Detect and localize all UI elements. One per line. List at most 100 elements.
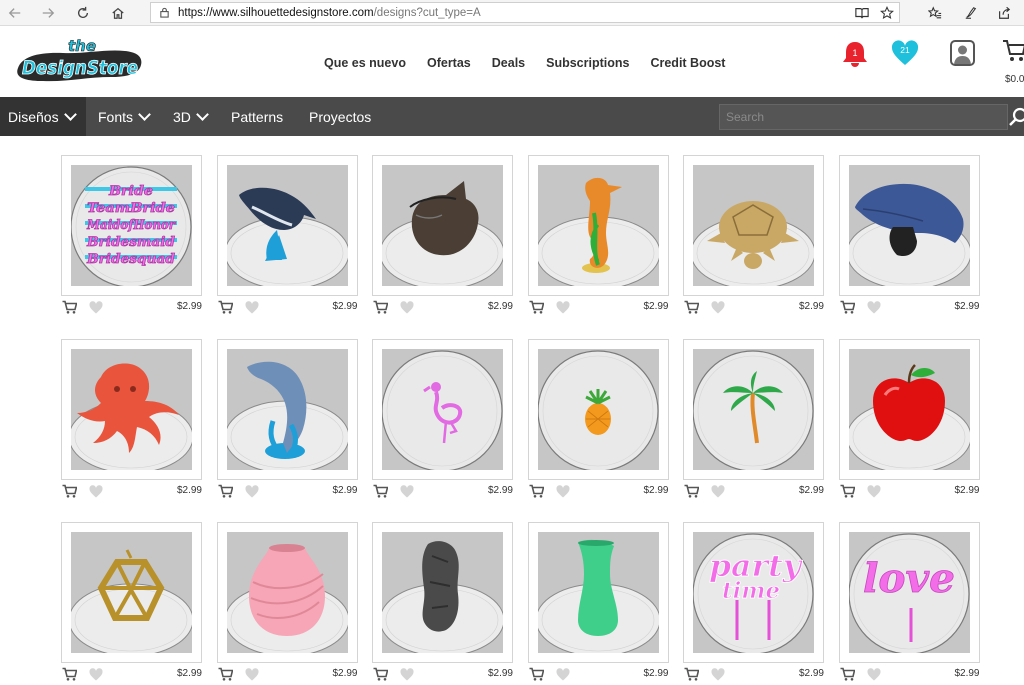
favorite-heart-icon[interactable]	[555, 484, 570, 498]
category-3d-label: 3D	[173, 108, 191, 125]
add-to-cart-icon[interactable]	[684, 300, 699, 314]
product-thumbnail[interactable]	[683, 155, 824, 296]
category-patterns[interactable]: Patterns	[223, 97, 291, 136]
product-thumbnail[interactable]	[216, 155, 358, 296]
product-price: $2.99	[176, 301, 202, 312]
share-icon[interactable]	[994, 3, 1014, 23]
product-thumbnail[interactable]	[372, 155, 513, 296]
nav-deals[interactable]: Deals	[492, 56, 525, 70]
nav-que-es-nuevo[interactable]: Que es nuevo	[324, 56, 406, 70]
favorite-heart-icon[interactable]	[555, 301, 570, 314]
favorite-heart-icon[interactable]	[711, 484, 725, 498]
product-image-bride-text-set: Bride TeamBride MaidofHonor Bridesmaid Bride…	[71, 165, 192, 286]
browser-toolbar: https://www.silhouettedesignstore.com/de…	[0, 0, 1024, 26]
product-meta: $2.99	[217, 665, 358, 685]
product-card-spiral-vase: $2.99	[216, 522, 358, 685]
add-to-cart-icon[interactable]	[373, 300, 388, 314]
home-icon[interactable]	[108, 3, 128, 23]
product-meta: $2.99	[839, 298, 980, 318]
seahorse-illustration	[537, 177, 659, 286]
favorite-heart-icon[interactable]	[866, 484, 881, 498]
product-thumbnail[interactable]	[216, 338, 358, 480]
product-meta: $2.99	[528, 298, 669, 318]
favorite-heart-icon[interactable]	[89, 301, 103, 314]
favorite-heart-icon[interactable]	[400, 484, 414, 498]
add-to-cart-icon[interactable]	[62, 484, 77, 498]
add-to-cart-icon[interactable]	[62, 300, 77, 314]
design-store-logo[interactable]: the DesignStore	[10, 34, 150, 94]
nav-credit-boost[interactable]: Credit Boost	[650, 56, 725, 70]
account-avatar-icon[interactable]	[950, 40, 975, 66]
search-input[interactable]	[719, 104, 1008, 130]
favorite-heart-icon[interactable]	[89, 484, 103, 498]
add-to-cart-icon[interactable]	[840, 484, 855, 498]
product-thumbnail[interactable]	[61, 338, 202, 480]
product-thumbnail[interactable]	[372, 522, 513, 663]
product-meta: $2.99	[61, 482, 202, 502]
favorite-heart-icon[interactable]	[711, 301, 725, 314]
favorite-heart-icon[interactable]	[400, 301, 414, 314]
product-thumbnail[interactable]	[527, 155, 669, 296]
product-thumbnail[interactable]	[683, 338, 824, 480]
add-to-cart-icon[interactable]	[840, 300, 855, 314]
apple-illustration	[848, 363, 970, 470]
favorite-heart-icon[interactable]	[244, 668, 259, 681]
bride-text-line: MaidofHonor	[86, 218, 176, 233]
add-to-cart-icon[interactable]	[529, 484, 544, 498]
love-text: love	[863, 555, 955, 602]
product-thumbnail[interactable]: Bride TeamBride MaidofHonor Bridesmaid Bride…	[61, 155, 202, 296]
product-price: $2.99	[954, 668, 980, 679]
favorite-heart-icon[interactable]	[866, 301, 881, 314]
category-fonts[interactable]: Fonts	[90, 97, 157, 136]
add-to-cart-icon[interactable]	[529, 300, 544, 314]
cart-icon[interactable]	[1002, 38, 1024, 64]
add-to-cart-icon[interactable]	[62, 667, 77, 681]
favorite-heart-icon[interactable]	[244, 484, 259, 498]
add-to-cart-icon[interactable]	[684, 484, 699, 498]
bride-text-line: Bride	[108, 184, 153, 199]
product-thumbnail[interactable]	[838, 338, 980, 480]
product-thumbnail[interactable]: love	[838, 522, 980, 663]
product-thumbnail[interactable]: party time	[683, 522, 824, 663]
favorite-star-icon[interactable]	[877, 3, 897, 23]
add-to-cart-icon[interactable]	[373, 484, 388, 498]
category-proyectos[interactable]: Proyectos	[301, 97, 379, 136]
category-disenos[interactable]: Diseños	[0, 97, 86, 136]
forward-icon[interactable]	[38, 3, 58, 23]
favorite-heart-icon[interactable]	[866, 668, 881, 681]
category-3d[interactable]: 3D	[165, 97, 215, 136]
add-to-cart-icon[interactable]	[373, 667, 388, 681]
add-to-cart-icon[interactable]	[684, 667, 699, 681]
add-to-cart-icon[interactable]	[218, 300, 233, 314]
pen-icon[interactable]	[961, 3, 981, 23]
product-thumbnail[interactable]	[527, 338, 669, 480]
add-to-cart-icon[interactable]	[218, 667, 233, 681]
favorites-heart-icon[interactable]: 21	[891, 40, 919, 66]
product-meta: $2.99	[839, 665, 980, 685]
nav-ofertas[interactable]: Ofertas	[427, 56, 471, 70]
add-to-cart-icon[interactable]	[529, 667, 544, 681]
back-icon[interactable]	[5, 3, 25, 23]
product-thumbnail[interactable]	[838, 155, 980, 296]
favorite-heart-icon[interactable]	[711, 668, 725, 681]
nav-subscriptions[interactable]: Subscriptions	[546, 56, 629, 70]
notification-bell-icon[interactable]: 1	[842, 40, 868, 68]
product-card-dolphin: $2.99	[216, 338, 358, 502]
favorites-hub-icon[interactable]	[925, 3, 945, 23]
product-thumbnail[interactable]	[216, 522, 358, 663]
refresh-icon[interactable]	[73, 3, 93, 23]
favorite-heart-icon[interactable]	[400, 668, 414, 681]
address-bar[interactable]: https://www.silhouettedesignstore.com/de…	[150, 2, 900, 23]
reading-view-icon[interactable]	[852, 3, 872, 23]
product-thumbnail[interactable]	[61, 522, 202, 663]
favorite-heart-icon[interactable]	[89, 668, 103, 681]
product-thumbnail[interactable]	[527, 522, 669, 663]
product-price: $2.99	[332, 301, 358, 312]
search-icon[interactable]	[1008, 107, 1024, 127]
add-to-cart-icon[interactable]	[218, 484, 233, 498]
product-thumbnail[interactable]	[372, 338, 513, 480]
favorite-heart-icon[interactable]	[555, 668, 570, 681]
add-to-cart-icon[interactable]	[840, 667, 855, 681]
product-price: $2.99	[643, 301, 669, 312]
favorite-heart-icon[interactable]	[244, 301, 259, 314]
